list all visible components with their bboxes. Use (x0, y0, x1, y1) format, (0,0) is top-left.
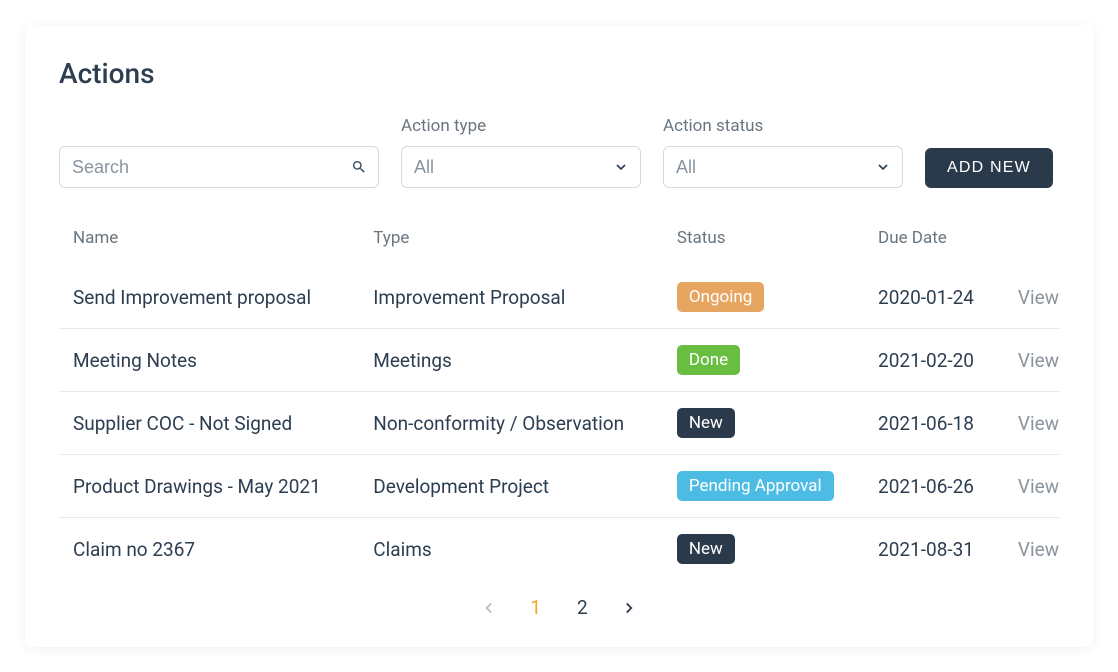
pagination-next[interactable] (620, 599, 638, 617)
filters-row: Action type All Action status All (59, 116, 1059, 188)
action-status-label: Action status (663, 116, 903, 136)
col-header-status: Status (663, 216, 864, 266)
cell-name: Meeting Notes (59, 329, 359, 392)
view-link[interactable]: View (1018, 286, 1059, 309)
cell-name: Product Drawings - May 2021 (59, 455, 359, 518)
cell-status: Pending Approval (663, 455, 864, 518)
status-badge: Ongoing (677, 282, 764, 312)
search-wrap (59, 146, 379, 188)
cell-type: Claims (359, 518, 663, 581)
cell-due-date: 2021-02-20 (864, 329, 999, 392)
table-row: Claim no 2367Claims New 2021-08-31 View (59, 518, 1059, 581)
search-icon (351, 159, 367, 175)
search-input[interactable] (59, 146, 379, 188)
status-badge: New (677, 534, 735, 564)
status-badge: New (677, 408, 735, 438)
view-link[interactable]: View (1018, 349, 1059, 372)
action-type-group: Action type All (401, 116, 641, 188)
cell-due-date: 2021-08-31 (864, 518, 999, 581)
pagination: 12 (59, 580, 1059, 627)
col-header-actions (999, 216, 1059, 266)
cell-type: Improvement Proposal (359, 266, 663, 329)
page-number[interactable]: 1 (530, 596, 541, 619)
actions-card: Actions Action type All Action sta (25, 25, 1093, 647)
actions-table: Name Type Status Due Date Send Improveme… (59, 216, 1059, 580)
cell-due-date: 2021-06-18 (864, 392, 999, 455)
cell-due-date: 2020-01-24 (864, 266, 999, 329)
col-header-name: Name (59, 216, 359, 266)
search-group (59, 146, 379, 188)
cell-status: New (663, 392, 864, 455)
table-row: Meeting NotesMeetings Done 2021-02-20 View (59, 329, 1059, 392)
table-row: Send Improvement proposalImprovement Pro… (59, 266, 1059, 329)
action-type-label: Action type (401, 116, 641, 136)
action-type-select[interactable]: All (401, 146, 641, 188)
cell-type: Development Project (359, 455, 663, 518)
cell-status: New (663, 518, 864, 581)
cell-type: Non-conformity / Observation (359, 392, 663, 455)
cell-status: Done (663, 329, 864, 392)
col-header-type: Type (359, 216, 663, 266)
view-link[interactable]: View (1018, 538, 1059, 561)
table-row: Supplier COC - Not SignedNon-conformity … (59, 392, 1059, 455)
status-badge: Done (677, 345, 740, 375)
col-header-due: Due Date (864, 216, 999, 266)
table-row: Product Drawings - May 2021Development P… (59, 455, 1059, 518)
cell-status: Ongoing (663, 266, 864, 329)
cell-name: Supplier COC - Not Signed (59, 392, 359, 455)
add-new-button[interactable]: ADD NEW (925, 148, 1053, 188)
view-link[interactable]: View (1018, 475, 1059, 498)
page-number[interactable]: 2 (577, 596, 588, 619)
status-badge: Pending Approval (677, 471, 834, 501)
cell-name: Claim no 2367 (59, 518, 359, 581)
view-link[interactable]: View (1018, 412, 1059, 435)
cell-due-date: 2021-06-26 (864, 455, 999, 518)
cell-name: Send Improvement proposal (59, 266, 359, 329)
action-status-select[interactable]: All (663, 146, 903, 188)
page-title: Actions (59, 57, 1059, 90)
pagination-prev[interactable] (480, 599, 498, 617)
cell-type: Meetings (359, 329, 663, 392)
action-status-group: Action status All (663, 116, 903, 188)
